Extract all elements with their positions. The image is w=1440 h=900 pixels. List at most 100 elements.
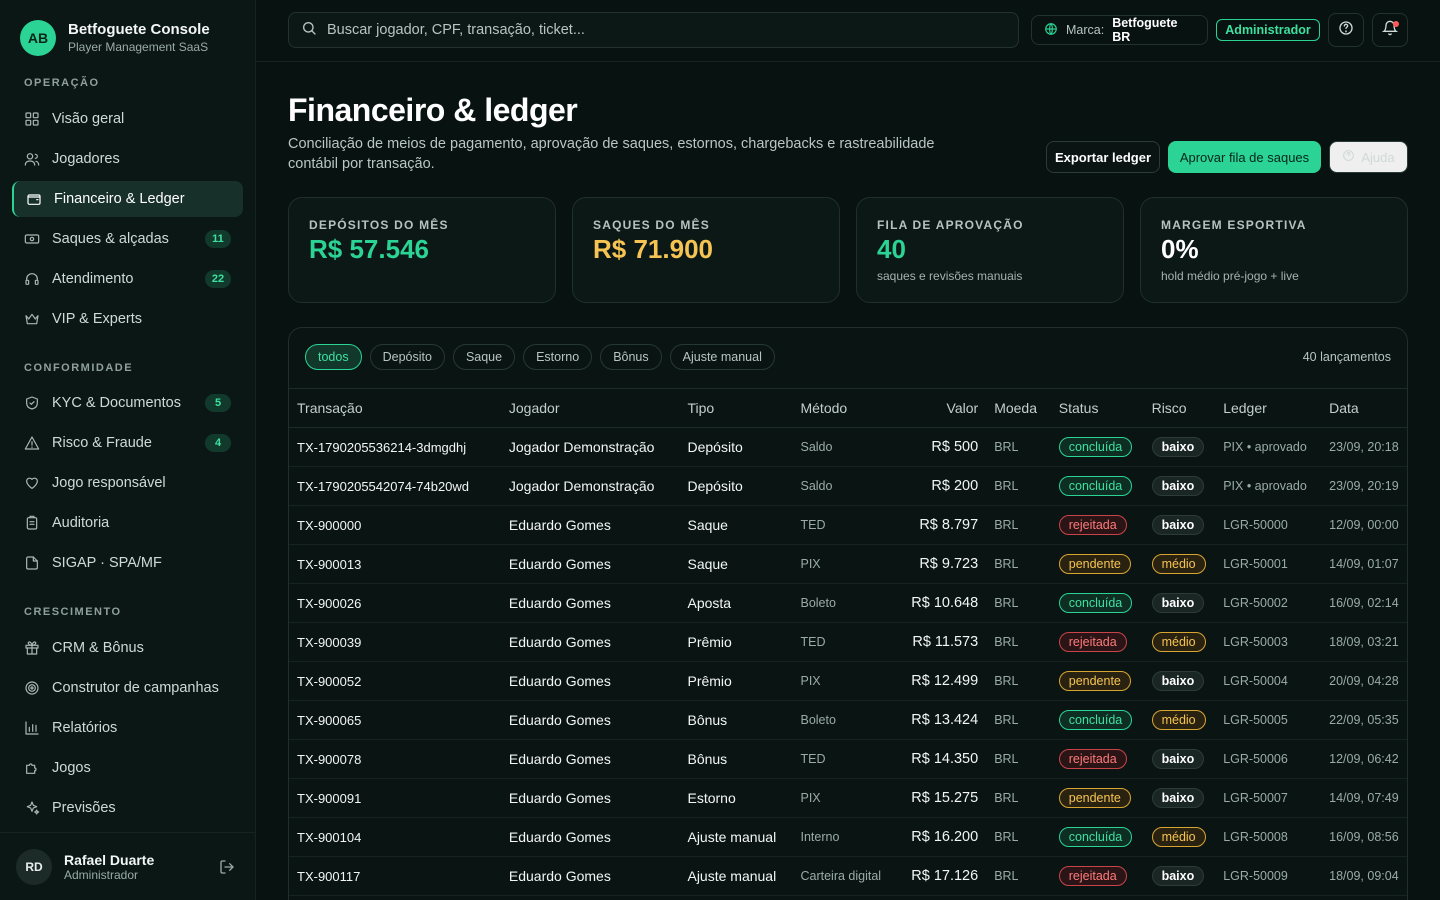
- sidebar-item-label: Jogadores: [52, 151, 120, 167]
- column-header[interactable]: Moeda: [986, 388, 1051, 428]
- ledger-ref: PIX • aprovado: [1215, 466, 1322, 506]
- risk-badge-cell: baixo: [1143, 466, 1216, 506]
- brand[interactable]: AB Betfoguete Console Player Management …: [20, 20, 210, 56]
- kpi-value: 0%: [1161, 234, 1199, 264]
- count-badge: 11: [205, 230, 231, 248]
- table-row[interactable]: TX-900013 Eduardo Gomes Saque PIX R$ 9.723 BR…: [289, 544, 1407, 584]
- amount: R$ 15.275: [897, 778, 987, 818]
- filter-chip[interactable]: Bônus: [600, 344, 662, 370]
- column-header[interactable]: Jogador: [500, 388, 680, 428]
- logout-icon[interactable]: [215, 855, 239, 879]
- ledger-table: Transação Jogador Tipo Método Valor Moeda Stat…: [289, 388, 1407, 896]
- sidebar-item-jogos[interactable]: Jogos: [12, 750, 243, 786]
- player-name: Eduardo Gomes: [500, 583, 680, 623]
- column-header[interactable]: Risco: [1143, 388, 1216, 428]
- column-header[interactable]: Método: [792, 388, 898, 428]
- sidebar-item-label: Atendimento: [52, 271, 134, 287]
- count-badge: 22: [205, 270, 231, 288]
- sidebar-item-label: SIGAP · SPA/MF: [52, 555, 162, 571]
- table-row[interactable]: TX-900039 Eduardo Gomes Prêmio TED R$ 11.573…: [289, 622, 1407, 662]
- sidebar-item-auditoria[interactable]: Auditoria: [12, 505, 243, 541]
- sidebar-item-previsoes[interactable]: Previsões: [12, 790, 243, 826]
- column-header[interactable]: Ledger: [1215, 388, 1322, 428]
- sidebar-item-atendimento[interactable]: Atendimento 22: [12, 261, 243, 297]
- sidebar-item-relatorios[interactable]: Relatórios: [12, 710, 243, 746]
- column-header[interactable]: Valor: [897, 388, 987, 428]
- sidebar-item-label: Financeiro & Ledger: [54, 191, 185, 207]
- table-row[interactable]: TX-900078 Eduardo Gomes Bônus TED R$ 14.350 B…: [289, 739, 1407, 779]
- table-row[interactable]: TX-900091 Eduardo Gomes Estorno PIX R$ 15.27…: [289, 778, 1407, 818]
- column-header[interactable]: Data: [1321, 388, 1407, 428]
- table-row[interactable]: TX-900104 Eduardo Gomes Ajuste manual Inter…: [289, 817, 1407, 857]
- sidebar-item-jogadores[interactable]: Jogadores: [12, 141, 243, 177]
- help-page-button[interactable]: Ajuda: [1329, 141, 1408, 173]
- risk-badge: médio: [1151, 710, 1206, 730]
- transaction-type: Depósito: [679, 466, 793, 506]
- puzzle-icon: [26, 763, 37, 774]
- sidebar-item-vip-experts[interactable]: VIP & Experts: [12, 301, 243, 337]
- sidebar-item-risco-fraude[interactable]: Risco & Fraude 4: [12, 425, 243, 461]
- filter-chip[interactable]: Ajuste manual: [669, 344, 775, 370]
- table-row[interactable]: TX-900065 Eduardo Gomes Bônus Boleto R$ 13.4…: [289, 700, 1407, 740]
- status-badge: rejeitada: [1058, 749, 1127, 769]
- risk-badge-cell: baixo: [1143, 778, 1216, 818]
- table-row[interactable]: TX-1790205536214-3dmgdhj Jogador Demonstr…: [289, 427, 1407, 467]
- risk-badge-cell: baixo: [1143, 505, 1216, 545]
- table-row[interactable]: TX-900117 Eduardo Gomes Ajuste manual Carte…: [289, 856, 1407, 896]
- brand-select[interactable]: Marca: Betfoguete BR: [1031, 15, 1208, 45]
- amount: R$ 16.200: [897, 817, 987, 857]
- kpi-label: SAQUES DO MÊS: [593, 218, 710, 232]
- table-row[interactable]: TX-900052 Eduardo Gomes Prêmio PIX R$ 12.499…: [289, 661, 1407, 701]
- user-role: Administrador: [64, 867, 139, 882]
- page-title: Financeiro & ledger: [288, 92, 578, 128]
- amount: R$ 8.797: [897, 505, 987, 545]
- help-circle-icon: [1338, 20, 1354, 41]
- avatar[interactable]: RD: [16, 848, 52, 885]
- filter-chip[interactable]: Estorno: [523, 344, 593, 370]
- column-header[interactable]: Status: [1050, 388, 1144, 428]
- table-row[interactable]: TX-1790205542074-74b20wd Jogador Demonstr…: [289, 466, 1407, 506]
- sidebar-item-jogo-responsavel[interactable]: Jogo responsável: [12, 465, 243, 501]
- sidebar-section-label: CONFORMIDADE: [24, 362, 134, 374]
- date: 16/09, 08:56: [1321, 817, 1407, 857]
- table-row[interactable]: TX-900026 Eduardo Gomes Aposta Boleto R$ 10.…: [289, 583, 1407, 623]
- kpi-card: FILA DE APROVAÇÃO 40 saques e revisões man…: [856, 197, 1124, 303]
- risk-badge-cell: médio: [1143, 622, 1216, 662]
- player-name: Eduardo Gomes: [500, 778, 680, 818]
- table-row[interactable]: TX-900000 Eduardo Gomes Saque TED R$ 8.797 BR…: [289, 505, 1407, 545]
- transaction-id: TX-900026: [289, 583, 501, 623]
- sidebar-item-crm-bonus[interactable]: CRM & Bônus: [12, 630, 243, 666]
- ledger-ref: LGR-50006: [1215, 739, 1322, 779]
- filter-chip[interactable]: Saque: [452, 344, 516, 370]
- brand-select-value: Betfoguete BR: [1112, 16, 1178, 44]
- kpi-label: DEPÓSITOS DO MÊS: [309, 218, 449, 232]
- column-header[interactable]: Tipo: [679, 388, 793, 428]
- sidebar-item-saques-alcadas[interactable]: Saques & alçadas 11: [12, 221, 243, 257]
- transaction-type: Saque: [679, 505, 793, 545]
- player-name: Eduardo Gomes: [500, 817, 680, 857]
- ledger-ref: LGR-50008: [1215, 817, 1322, 857]
- currency: BRL: [986, 622, 1051, 662]
- sidebar-item-construtor-de-campanhas[interactable]: Construtor de campanhas: [12, 670, 243, 706]
- sidebar-item-kyc-documentos[interactable]: KYC & Documentos 5: [12, 385, 243, 421]
- sidebar-item-sigap-spa-mf[interactable]: SIGAP · SPA/MF: [12, 545, 243, 581]
- filter-chip[interactable]: todos: [305, 344, 362, 370]
- export-ledger-button[interactable]: Exportar ledger: [1046, 141, 1160, 173]
- sidebar-item-label: Auditoria: [52, 515, 110, 531]
- transaction-type: Depósito: [679, 427, 793, 467]
- date: 12/09, 00:00: [1321, 505, 1407, 545]
- notifications-button[interactable]: [1372, 13, 1408, 47]
- currency: BRL: [986, 427, 1051, 467]
- currency: BRL: [986, 583, 1051, 623]
- search-box[interactable]: [288, 12, 1019, 48]
- help-button[interactable]: [1328, 13, 1364, 47]
- column-header[interactable]: Transação: [289, 388, 501, 428]
- payment-method: Carteira digital: [792, 856, 898, 896]
- filter-chip[interactable]: Depósito: [369, 344, 445, 370]
- sidebar-item-financeiro-ledger[interactable]: Financeiro & Ledger: [12, 181, 243, 217]
- search-input[interactable]: [327, 22, 1006, 38]
- ledger-ref: LGR-50002: [1215, 583, 1322, 623]
- sidebar-item-visao-geral[interactable]: Visão geral: [12, 101, 243, 137]
- alert-triangle-icon: [24, 436, 40, 450]
- approve-queue-button[interactable]: Aprovar fila de saques: [1168, 141, 1321, 173]
